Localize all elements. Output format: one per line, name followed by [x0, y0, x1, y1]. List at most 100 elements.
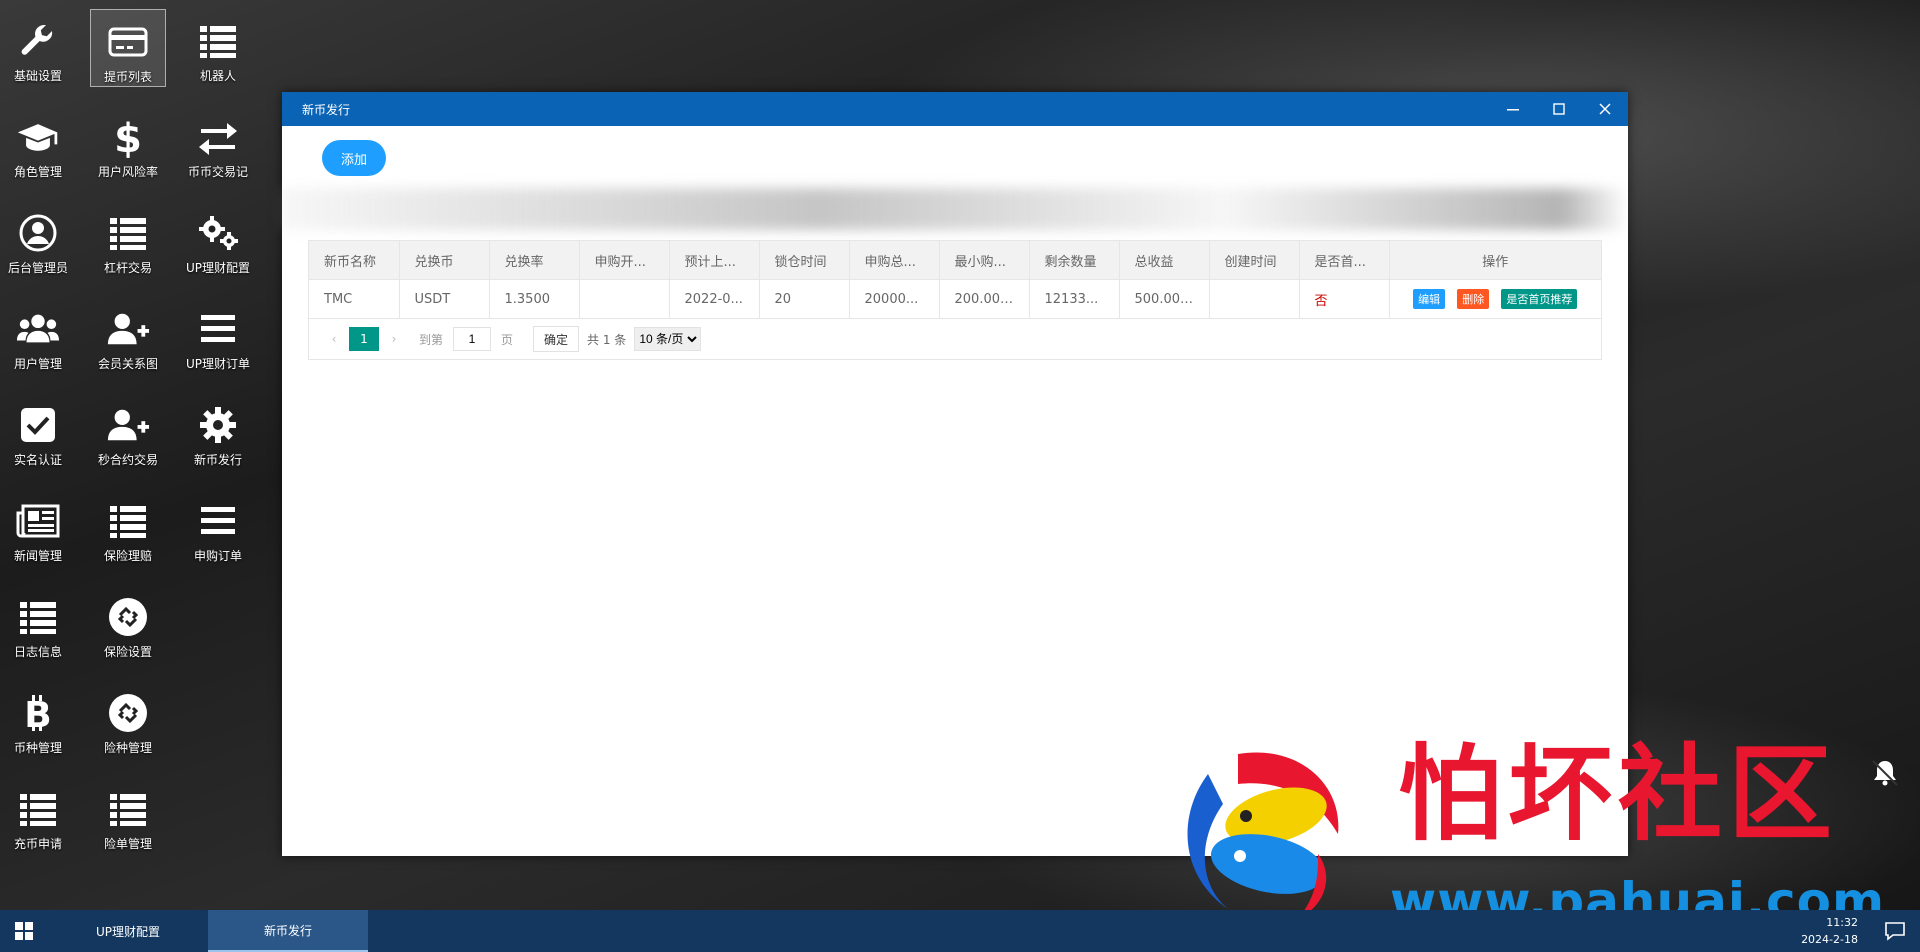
page-input[interactable] — [453, 327, 492, 351]
desktop-icon-log-info[interactable]: 日志信息 — [0, 585, 76, 663]
table-cell: 200.0000 — [939, 279, 1030, 319]
desktop-icon-label: 申购订单 — [193, 549, 242, 563]
page-size-select[interactable]: 10 条/页 — [634, 327, 702, 351]
column-header[interactable]: 兑换率 — [489, 241, 580, 280]
desktop-icon-label: 后台管理员 — [7, 261, 68, 275]
page-number[interactable]: 1 — [349, 327, 379, 351]
table-row[interactable]: TMC USDT 1.3500 2022-0... 20 20000... 20… — [309, 279, 1601, 319]
column-header[interactable]: 剩余数量 — [1029, 241, 1120, 280]
desktop-icon-insurance-type[interactable]: 险种管理 — [90, 681, 166, 759]
desktop-icon-leverage-trade[interactable]: 杠杆交易 — [90, 201, 166, 279]
desktop-icon-policy-management[interactable]: 险单管理 — [90, 777, 166, 855]
taskbar-clock[interactable]: 11:32 2024-2-18 — [1801, 914, 1858, 948]
column-header: 操作 — [1389, 241, 1601, 280]
homepage-flag: 否 — [1299, 279, 1390, 319]
desktop-icon-label: 币币交易记 — [187, 165, 248, 179]
desktop-icon-up-finance-order[interactable]: UP理财订单 — [180, 297, 256, 375]
desktop-icon-basic-settings[interactable]: 基础设置 — [0, 9, 76, 87]
desktop-icon-coin-trade-record[interactable]: 币币交易记 — [180, 105, 256, 183]
desktop-icon-user-risk[interactable]: $ 用户风险率 — [90, 105, 166, 183]
row-actions: 编辑 删除 是否首页推荐 — [1389, 279, 1601, 319]
column-header[interactable]: 申购总... — [849, 241, 940, 280]
user-circle-icon — [16, 211, 60, 255]
minimize-button[interactable] — [1490, 92, 1536, 126]
column-header[interactable]: 锁仓时间 — [759, 241, 850, 280]
desktop-icon-label: UP理财订单 — [185, 357, 251, 371]
desktop-icon-label: 实名认证 — [13, 453, 62, 467]
bitcoin-icon: B — [16, 691, 60, 735]
desktop-icon-up-finance-config[interactable]: UP理财配置 — [180, 201, 256, 279]
watermark-title: 怕坏社区 — [1398, 732, 1839, 855]
table-cell — [1209, 279, 1300, 319]
column-header[interactable]: 是否首... — [1299, 241, 1390, 280]
column-header[interactable]: 总收益 — [1119, 241, 1210, 280]
taskbar-item-new-coin-issue[interactable]: 新币发行 — [208, 910, 368, 952]
edit-button[interactable]: 编辑 — [1413, 289, 1446, 309]
column-header[interactable]: 创建时间 — [1209, 241, 1300, 280]
desktop-icon-insurance-settings[interactable]: 保险设置 — [90, 585, 166, 663]
clock-time: 11:32 — [1826, 916, 1858, 929]
taskbar: UP理财配置 新币发行 11:32 2024-2-18 — [0, 910, 1920, 952]
link-circle-icon — [106, 691, 150, 735]
desktop-icon-admin[interactable]: 后台管理员 — [0, 201, 76, 279]
window-titlebar[interactable]: 新币发行 — [282, 92, 1628, 126]
next-page-icon[interactable]: › — [385, 332, 403, 346]
desktop-icon-label: 保险设置 — [103, 645, 152, 659]
notification-button[interactable] — [1884, 921, 1906, 945]
start-button[interactable] — [0, 910, 48, 952]
column-header[interactable]: 新币名称 — [309, 241, 400, 280]
desktop-icon-new-coin-issue[interactable]: 新币发行 — [180, 393, 256, 471]
chat-bubble-icon — [1885, 922, 1905, 941]
desktop-icon-label: 机器人 — [199, 69, 236, 83]
add-button[interactable]: 添加 — [322, 140, 386, 176]
maximize-icon — [1553, 103, 1565, 115]
desktop-icon-label: 保险理赔 — [103, 549, 152, 563]
desktop-icon-news[interactable]: 新闻管理 — [0, 489, 76, 567]
prev-page-icon[interactable]: ‹ — [325, 332, 343, 346]
clock-date: 2024-2-18 — [1801, 933, 1858, 946]
confirm-button[interactable]: 确定 — [533, 326, 580, 352]
desktop-icon-robot[interactable]: 机器人 — [180, 9, 256, 87]
desktop-icon-label: 用户风险率 — [97, 165, 158, 179]
homepage-recommend-button[interactable]: 是否首页推荐 — [1501, 289, 1578, 309]
column-header[interactable]: 兑换币 — [399, 241, 490, 280]
desktop-icon-role-management[interactable]: 角色管理 — [0, 105, 76, 183]
watermark-logo — [1168, 744, 1368, 924]
svg-text:$: $ — [114, 116, 142, 158]
column-header[interactable]: 最小购... — [939, 241, 1030, 280]
desktop-icon-second-contract[interactable]: 秒合约交易 — [90, 393, 166, 471]
delete-button[interactable]: 删除 — [1457, 289, 1490, 309]
desktop-icon-label: 基础设置 — [13, 69, 62, 83]
table-cell: 1.3500 — [489, 279, 580, 319]
desktop-icon-withdraw-list[interactable]: 提币列表 — [90, 9, 166, 87]
desktop-icon-label: 币种管理 — [13, 741, 62, 755]
dollar-icon: $ — [106, 115, 150, 159]
desktop-icon-label: 新币发行 — [193, 453, 242, 467]
desktop-icon-label: 新闻管理 — [13, 549, 62, 563]
bars-icon — [196, 499, 240, 543]
taskbar-item-up-finance-config[interactable]: UP理财配置 — [48, 910, 208, 952]
desktop-icon-subscribe-order[interactable]: 申购订单 — [180, 489, 256, 567]
column-header[interactable]: 申购开... — [579, 241, 670, 280]
desktop-icon-label: 用户管理 — [13, 357, 62, 371]
desktop-icon-label: 角色管理 — [13, 165, 62, 179]
desktop-icon-label: 杠杆交易 — [103, 261, 152, 275]
page-label: 页 — [501, 332, 514, 347]
desktop-icon-insurance-claim[interactable]: 保险理赔 — [90, 489, 166, 567]
list-icon — [16, 787, 60, 831]
desktop-icon-label: 提币列表 — [103, 70, 152, 84]
maximize-button[interactable] — [1536, 92, 1582, 126]
close-button[interactable] — [1582, 92, 1628, 126]
desktop-icon-label: UP理财配置 — [185, 261, 251, 275]
window-controls — [1490, 92, 1628, 126]
list-icon — [106, 211, 150, 255]
desktop-icon-user-management[interactable]: 用户管理 — [0, 297, 76, 375]
desktop-icon-deposit-request[interactable]: 充币申请 — [0, 777, 76, 855]
desktop-icon-coin-management[interactable]: B 币种管理 — [0, 681, 76, 759]
close-icon — [1599, 103, 1611, 115]
desktop-icon-member-relation[interactable]: 会员关系图 — [90, 297, 166, 375]
column-header[interactable]: 预计上... — [669, 241, 760, 280]
desktop-icon-real-name-auth[interactable]: 实名认证 — [0, 393, 76, 471]
user-plus-icon — [106, 307, 150, 351]
desktop: 基础设置 提币列表 机器人 角色管理 $ 用户风险率 币币交易记 后台管理员 杠… — [0, 0, 280, 910]
